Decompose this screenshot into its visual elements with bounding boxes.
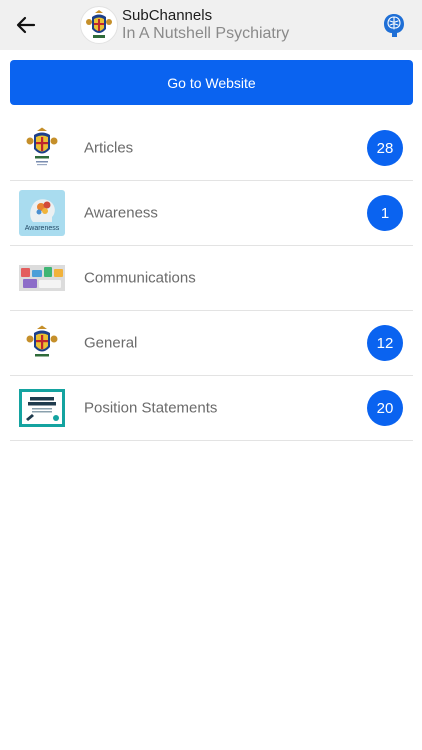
app-screen: SubChannels In A Nutshell Psychiatry Go …	[0, 0, 422, 750]
channel-avatar	[80, 6, 118, 44]
subchannel-list: Articles 28 Awareness Awareness 1 Commun…	[10, 116, 413, 441]
list-item-communications[interactable]: Communications	[10, 246, 413, 311]
count-badge: 12	[367, 325, 403, 361]
arrow-left-icon	[16, 16, 36, 34]
brain-icon	[384, 14, 404, 37]
top-app-bar: SubChannels In A Nutshell Psychiatry	[0, 0, 422, 50]
count-badge: 1	[367, 195, 403, 231]
list-item-position-statements[interactable]: Position Statements 20	[10, 376, 413, 441]
position-statements-image	[19, 389, 65, 427]
page-title: SubChannels	[122, 7, 213, 24]
awareness-thumbnail: Awareness	[18, 189, 66, 237]
count-badge: 20	[367, 390, 403, 426]
awareness-image: Awareness	[19, 190, 65, 236]
position-statements-poster-icon	[22, 392, 62, 424]
list-item-label: Articles	[84, 139, 134, 157]
communications-collage-icon	[19, 265, 65, 291]
go-to-website-button[interactable]: Go to Website	[10, 60, 413, 105]
communications-image	[19, 265, 65, 291]
communications-thumbnail	[18, 254, 66, 302]
count-badge: 28	[367, 130, 403, 166]
list-item-general[interactable]: General 12	[10, 311, 413, 376]
coat-of-arms-logo	[86, 10, 112, 38]
brain-button[interactable]	[382, 12, 406, 38]
position-statements-thumbnail	[18, 384, 66, 432]
awareness-caption: Awareness	[24, 225, 60, 232]
coat-of-arms-logo	[26, 127, 58, 166]
articles-thumbnail	[18, 124, 66, 172]
list-item-awareness[interactable]: Awareness Awareness 1	[10, 181, 413, 246]
list-item-label: Awareness	[84, 204, 158, 222]
list-item-articles[interactable]: Articles 28	[10, 116, 413, 181]
page-subtitle: In A Nutshell Psychiatry	[122, 25, 290, 42]
list-item-label: Communications	[84, 269, 196, 287]
header-text: SubChannels In A Nutshell Psychiatry	[122, 7, 362, 43]
list-item-label: General	[84, 334, 138, 352]
general-thumbnail	[18, 319, 66, 367]
coat-of-arms-logo	[26, 325, 58, 357]
back-button[interactable]	[10, 9, 42, 41]
list-item-label: Position Statements	[84, 399, 218, 417]
